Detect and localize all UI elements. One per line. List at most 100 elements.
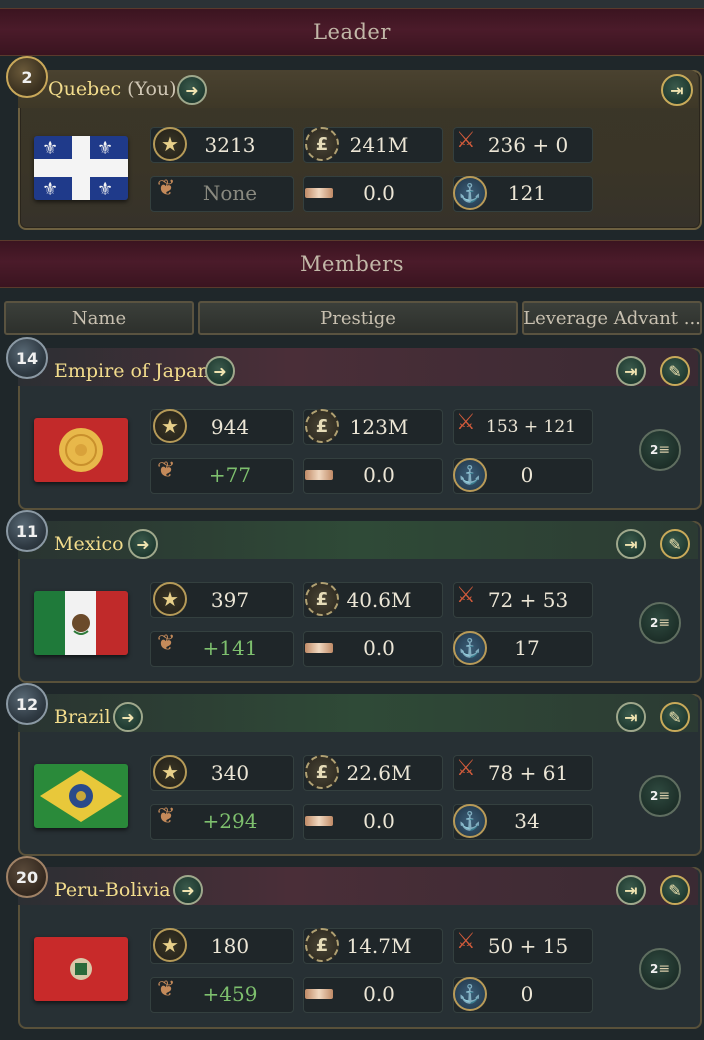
- army-value: 153 + 121: [486, 417, 576, 437]
- rank-number: 2: [21, 67, 33, 87]
- column-name[interactable]: Name: [4, 301, 194, 335]
- leverage-icon: ≡: [658, 788, 671, 804]
- prestige-value: 3213: [204, 133, 256, 157]
- svg-text:⚜: ⚜: [42, 138, 58, 159]
- action-button[interactable]: ✎: [660, 875, 690, 905]
- signpost-icon: ⇥: [624, 361, 638, 381]
- trade-value: 0.0: [363, 982, 395, 1006]
- leverage-button[interactable]: 2 ≡: [639, 948, 681, 990]
- arrow-right-icon: ➜: [185, 80, 199, 100]
- trade-value: 0.0: [363, 809, 395, 833]
- column-leverage-label: Leverage Advant ...: [523, 307, 701, 329]
- pound-gear-icon: £: [305, 127, 339, 161]
- gdp-value: 241M: [349, 133, 409, 157]
- leverage-icon: ≡: [658, 615, 671, 631]
- handshake-icon: ✎: [668, 361, 682, 381]
- leader-country-name[interactable]: Quebec (You): [48, 78, 177, 100]
- handshake-icon: ✎: [668, 534, 682, 554]
- octopus-icon: ❦: [157, 631, 176, 656]
- arrow-right-icon: ➜: [136, 534, 150, 554]
- diplomacy-button[interactable]: ⇥: [616, 356, 646, 386]
- octopus-icon: ❦: [157, 977, 176, 1002]
- leverage-count: 2: [649, 443, 659, 457]
- diplomacy-button[interactable]: ⇥: [616, 702, 646, 732]
- diplomacy-button[interactable]: ⇥: [661, 74, 693, 106]
- svg-text:⚜: ⚜: [97, 179, 113, 200]
- prestige-value: 340: [210, 761, 250, 785]
- leverage-icon: ≡: [658, 442, 671, 458]
- member-country-name[interactable]: Empire of Japan: [54, 360, 210, 382]
- prestige-value: 944: [210, 415, 250, 439]
- rank-badge: 14: [6, 337, 48, 379]
- arrow-right-icon: ➜: [213, 361, 227, 381]
- leader-section-title: Leader: [313, 20, 391, 44]
- column-leverage[interactable]: Leverage Advant ...: [522, 301, 702, 335]
- pound-gear-icon: £: [305, 582, 339, 616]
- army-value: 50 + 15: [487, 934, 569, 958]
- rank-number: 11: [15, 521, 39, 541]
- soldier-icon: ⚔: [456, 410, 476, 435]
- column-prestige[interactable]: Prestige: [198, 301, 518, 335]
- handshake-icon: ✎: [668, 707, 682, 727]
- mexico-flag: [34, 591, 128, 655]
- goto-country-button[interactable]: ➜: [113, 702, 143, 732]
- brazil-flag: [34, 764, 128, 828]
- leverage-button[interactable]: 2 ≡: [639, 775, 681, 817]
- rank-number: 12: [15, 694, 39, 714]
- country-name-text: Quebec: [48, 78, 122, 100]
- prestige-value: 397: [210, 588, 250, 612]
- navy-value: 34: [514, 809, 540, 833]
- star-icon: ★: [153, 409, 187, 443]
- anchor-icon: ⚓: [453, 458, 487, 492]
- bar-icon: [305, 188, 333, 198]
- leverage-count: 2: [649, 616, 659, 630]
- diplomacy-button[interactable]: ⇥: [616, 529, 646, 559]
- goto-country-button[interactable]: ➜: [128, 529, 158, 559]
- gdp-value: 22.6M: [346, 761, 412, 785]
- influence-value: None: [202, 181, 258, 205]
- members-section-header: Members: [0, 240, 704, 288]
- member-country-name[interactable]: Brazil: [54, 706, 111, 728]
- army-value: 72 + 53: [487, 588, 569, 612]
- goto-country-button[interactable]: ➜: [205, 356, 235, 386]
- star-icon: ★: [153, 928, 187, 962]
- goto-country-button[interactable]: ➜: [173, 875, 203, 905]
- soldier-icon: ⚔: [456, 756, 476, 781]
- navy-value: 17: [514, 636, 540, 660]
- octopus-icon: ❦: [157, 176, 176, 201]
- star-icon: ★: [153, 582, 187, 616]
- rank-number: 20: [15, 867, 39, 887]
- navy-value: 0: [520, 982, 534, 1006]
- svg-text:⚜: ⚜: [97, 138, 113, 159]
- action-button[interactable]: ✎: [660, 356, 690, 386]
- army-value: 236 + 0: [487, 133, 569, 157]
- goto-country-button[interactable]: ➜: [177, 75, 207, 105]
- pound-gear-icon: £: [305, 755, 339, 789]
- bar-icon: [305, 989, 333, 999]
- action-button[interactable]: ✎: [660, 702, 690, 732]
- anchor-icon: ⚓: [453, 631, 487, 665]
- trade-value: 0.0: [363, 636, 395, 660]
- column-prestige-label: Prestige: [320, 307, 396, 329]
- navy-value: 0: [520, 463, 534, 487]
- member-country-name[interactable]: Mexico: [54, 533, 124, 555]
- octopus-icon: ❦: [157, 458, 176, 483]
- bar-icon: [305, 470, 333, 480]
- influence-value: +294: [202, 809, 258, 833]
- you-tag: (You): [127, 78, 177, 100]
- signpost-icon: ⇥: [624, 880, 638, 900]
- rank-badge: 12: [6, 683, 48, 725]
- influence-value: +77: [208, 463, 252, 487]
- influence-value: +141: [202, 636, 258, 660]
- quebec-flag: ⚜ ⚜ ⚜ ⚜: [34, 136, 128, 200]
- diplomacy-button[interactable]: ⇥: [616, 875, 646, 905]
- signpost-icon: ⇥: [624, 707, 638, 727]
- leverage-button[interactable]: 2 ≡: [639, 429, 681, 471]
- action-button[interactable]: ✎: [660, 529, 690, 559]
- star-icon: ★: [153, 127, 187, 161]
- leverage-button[interactable]: 2 ≡: [639, 602, 681, 644]
- leader-section-header: Leader: [0, 8, 704, 56]
- pound-gear-icon: £: [305, 409, 339, 443]
- members-section-title: Members: [299, 252, 405, 276]
- member-country-name[interactable]: Peru-Bolivia: [54, 879, 171, 901]
